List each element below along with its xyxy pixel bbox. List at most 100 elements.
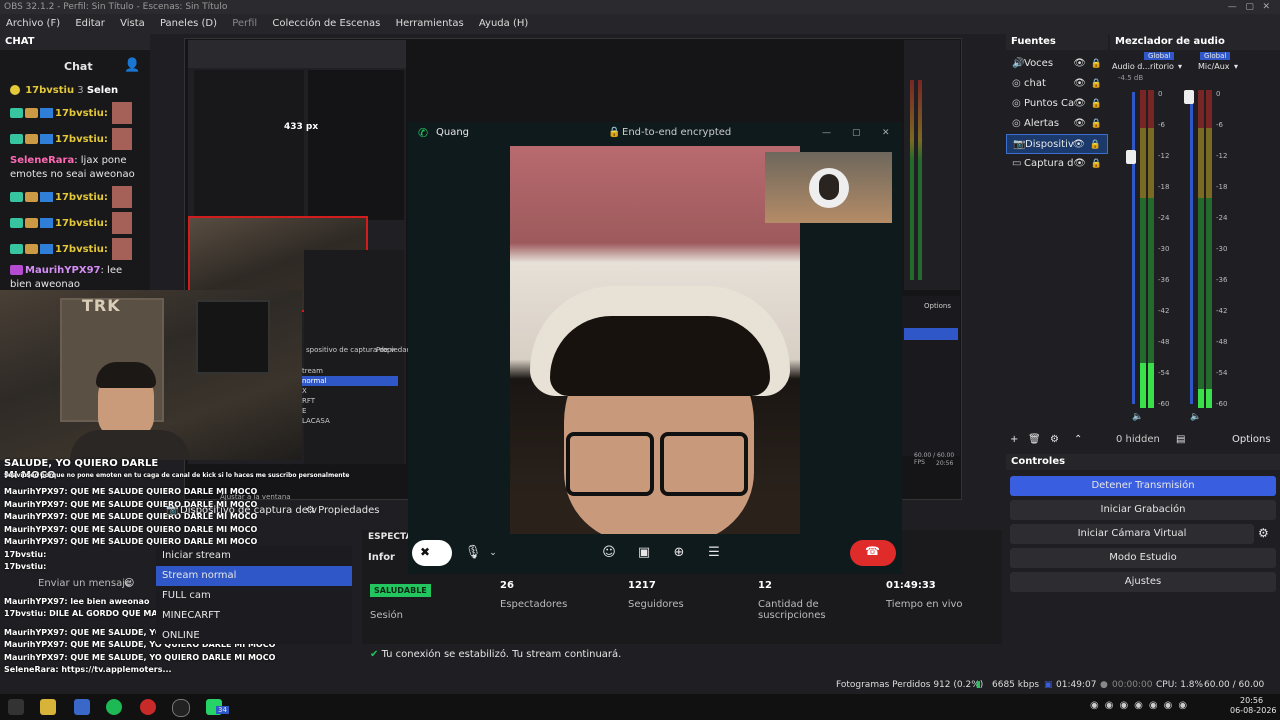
source-label: Dispositiv xyxy=(1025,139,1074,150)
meter-tick-label: -12 xyxy=(1216,152,1228,160)
chevron-up-icon[interactable]: ⌃ xyxy=(1074,430,1082,450)
ch1-name[interactable]: Audio d...ritorio xyxy=(1112,62,1174,71)
tray-icons[interactable]: ◉◉◉◉◉◉◉ xyxy=(1090,700,1193,711)
stat-value: 12 xyxy=(758,580,772,591)
mixer-layout-icon[interactable]: ▤ xyxy=(1176,430,1185,450)
stat-uptime: 01:49:33 Tiempo en vivo xyxy=(886,580,963,610)
ch1-fader[interactable] xyxy=(1132,92,1135,404)
chat-top-user[interactable]: 17bvstiu xyxy=(25,85,74,96)
chat-username[interactable]: MaurihYPX97 xyxy=(25,265,101,276)
trash-icon[interactable]: 🗑 xyxy=(1028,430,1041,450)
eye-icon[interactable]: 👁 xyxy=(1073,154,1086,174)
ch2-fader-handle[interactable] xyxy=(1184,90,1194,104)
source-item[interactable]: ▭ Captura d 👁 🔒 xyxy=(1006,154,1108,174)
end-call-button[interactable]: ☎ xyxy=(850,540,896,566)
lock-icon[interactable]: 🔒 xyxy=(1090,135,1101,155)
properties-button[interactable]: ⚙ Propiedades xyxy=(306,500,379,522)
ch2-name[interactable]: Mic/Aux xyxy=(1198,62,1230,71)
eye-icon[interactable]: 👁 xyxy=(1073,114,1086,134)
menu-herramientas[interactable]: Herramientas xyxy=(396,18,464,29)
scene-item[interactable]: Iniciar stream xyxy=(156,546,352,566)
settings-button[interactable]: Ajustes xyxy=(1010,572,1276,592)
more-icon[interactable]: ☰ xyxy=(703,542,725,564)
virtual-camera-button[interactable]: Iniciar Cámara Virtual xyxy=(1010,524,1254,544)
obs-icon[interactable] xyxy=(172,699,190,717)
stop-stream-button[interactable]: Detener Transmisión xyxy=(1010,476,1276,496)
scene-item-selected[interactable]: Stream normal xyxy=(156,566,352,586)
mic-icon[interactable]: 🎙 xyxy=(462,542,484,564)
studio-mode-button[interactable]: Modo Estudio xyxy=(1010,548,1276,568)
monitor-icon: ▭ xyxy=(1012,158,1022,169)
mixer-options[interactable]: Options xyxy=(1232,430,1271,450)
start-recording-button[interactable]: Iniciar Grabación xyxy=(1010,500,1276,520)
chat-top-user2[interactable]: Selen xyxy=(87,85,118,96)
nested-time: 20:56 xyxy=(936,460,954,467)
info-tab[interactable]: Infor xyxy=(368,552,395,563)
menu-coleccion-escenas[interactable]: Colección de Escenas xyxy=(272,18,380,29)
chat-username[interactable]: 17bvstiu: xyxy=(55,218,108,229)
emoji-icon[interactable]: ☺ xyxy=(124,578,134,589)
video-off-button[interactable]: ✖ xyxy=(412,540,452,566)
virtual-camera-settings-icon[interactable]: ⚙ xyxy=(1258,526,1269,540)
clock-time: 20:56 xyxy=(1240,696,1264,705)
ch1-mute-icon[interactable]: 🔈 xyxy=(1132,412,1143,422)
window-controls[interactable]: — ▢ ✕ xyxy=(1228,0,1270,14)
menu-vista[interactable]: Vista xyxy=(120,18,145,29)
lock-icon[interactable]: 🔒 xyxy=(1091,54,1102,74)
browser-icon[interactable] xyxy=(74,699,90,715)
source-item[interactable]: ◎ chat 👁 🔒 xyxy=(1006,74,1108,94)
cpu-usage: CPU: 1.8% xyxy=(1156,680,1204,690)
lock-icon[interactable]: 🔒 xyxy=(1091,94,1102,114)
ch2-mute-icon[interactable]: 🔈 xyxy=(1190,412,1201,422)
minimize-icon[interactable]: — xyxy=(822,122,831,144)
maximize-icon[interactable]: ▢ xyxy=(852,122,861,144)
spotify-icon[interactable] xyxy=(106,699,122,715)
chat-top-row: 17bvstiu 3 Selen xyxy=(0,82,150,100)
source-item[interactable]: ◎ Alertas 👁 🔒 xyxy=(1006,114,1108,134)
chat-username[interactable]: 17bvstiu: xyxy=(55,192,108,203)
menu-perfil[interactable]: Perfil xyxy=(232,18,257,29)
chevron-down-icon[interactable]: ⌄ xyxy=(482,542,504,564)
menu-editar[interactable]: Editar xyxy=(75,18,105,29)
ch2-fader[interactable] xyxy=(1190,92,1193,404)
gear-icon[interactable]: ⚙ xyxy=(1050,430,1059,450)
chat-username[interactable]: 17bvstiu: xyxy=(55,134,108,145)
menu-paneles[interactable]: Paneles (D) xyxy=(160,18,217,29)
eye-icon[interactable]: 👁 xyxy=(1073,54,1086,74)
scene-item[interactable]: FULL cam xyxy=(156,586,352,606)
app-icon[interactable] xyxy=(140,699,156,715)
emote-icon xyxy=(111,186,132,208)
close-icon[interactable]: ✕ xyxy=(882,122,890,144)
ch1-fader-handle[interactable] xyxy=(1126,150,1136,164)
scene-item[interactable]: ONLINE xyxy=(156,626,352,646)
screen-share-icon[interactable]: ▣ xyxy=(633,542,655,564)
source-item[interactable]: ◎ Puntos Ca 👁 🔒 xyxy=(1006,94,1108,114)
lock-icon[interactable]: 🔒 xyxy=(1091,114,1102,134)
lock-icon[interactable]: 🔒 xyxy=(1091,74,1102,94)
start-icon[interactable] xyxy=(8,699,24,715)
adjust-window[interactable]: Ajustar a la ventana xyxy=(220,486,291,508)
source-label: Alertas xyxy=(1024,118,1060,129)
self-view[interactable] xyxy=(765,152,892,223)
menu-archivo[interactable]: Archivo (F) xyxy=(6,18,60,29)
chat-username[interactable]: 17bvstiu: xyxy=(55,244,108,255)
source-item-selected[interactable]: 📷Dispositiv 👁 🔒 xyxy=(1006,134,1108,154)
menu-ayuda[interactable]: Ayuda (H) xyxy=(479,18,528,29)
users-icon[interactable]: 👤 xyxy=(124,58,140,73)
chat-username[interactable]: SeleneRara xyxy=(10,155,74,166)
ch1-dropdown-icon[interactable]: ▾ xyxy=(1178,62,1182,71)
meter-tick-label: -54 xyxy=(1216,369,1228,377)
source-item[interactable]: 🔊Voces 👁 🔒 xyxy=(1006,54,1108,74)
emoji-reaction-icon[interactable]: ☺ xyxy=(598,542,620,564)
nested-options: Options xyxy=(924,302,952,310)
add-icon[interactable]: + xyxy=(1010,430,1018,450)
eye-icon[interactable]: 👁 xyxy=(1073,74,1086,94)
eye-icon[interactable]: 👁 xyxy=(1072,135,1085,155)
folder-icon[interactable] xyxy=(40,699,56,715)
add-person-icon[interactable]: ⊕ xyxy=(668,542,690,564)
lock-icon[interactable]: 🔒 xyxy=(1091,154,1102,174)
chat-username[interactable]: 17bvstiu: xyxy=(55,108,108,119)
ch2-dropdown-icon[interactable]: ▾ xyxy=(1234,62,1238,71)
eye-icon[interactable]: 👁 xyxy=(1073,94,1086,114)
scene-item[interactable]: MINECARFT xyxy=(156,606,352,626)
